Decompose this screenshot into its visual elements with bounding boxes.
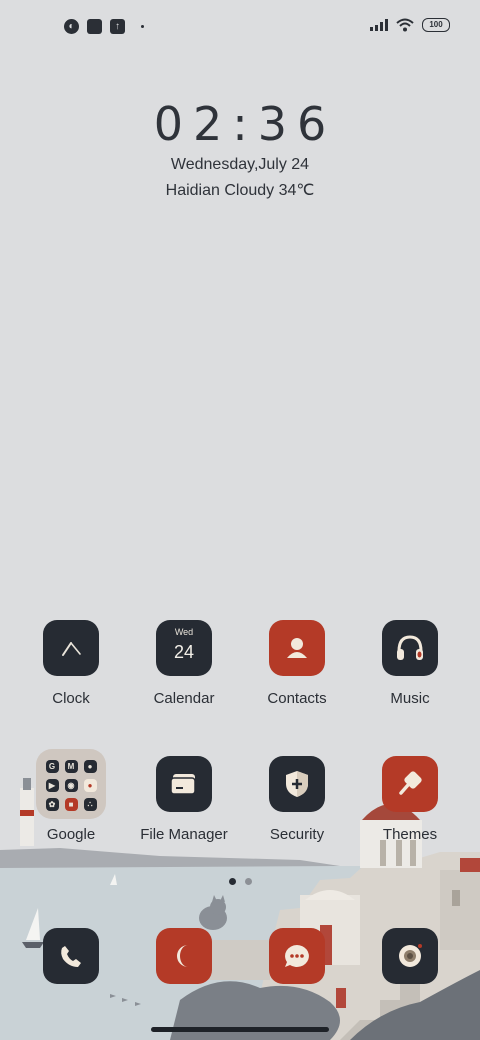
app-contacts[interactable]: Contacts <box>242 620 352 708</box>
app-file-manager[interactable]: File Manager <box>129 756 239 844</box>
calendar-icon-day: Wed <box>174 627 194 637</box>
app-security[interactable]: Security <box>242 756 352 844</box>
app-calendar[interactable]: Wed 24 Calendar <box>129 620 239 708</box>
clock-icon <box>43 620 99 676</box>
messages-icon <box>285 945 309 967</box>
themes-icon <box>382 756 438 812</box>
contacts-icon <box>269 620 325 676</box>
moon-browser-icon <box>177 945 188 967</box>
dock-phone[interactable] <box>43 928 99 984</box>
folder-youtube-icon: ▶ <box>45 779 59 792</box>
file-manager-icon <box>156 756 212 812</box>
widget-date: Wednesday,July 24 <box>170 156 310 173</box>
phone-icon <box>61 946 81 967</box>
more-notifications-dot <box>141 25 144 28</box>
dock-camera[interactable] <box>382 928 438 984</box>
page-dot-2[interactable] <box>244 878 252 885</box>
folder-chrome-icon: ● <box>83 779 97 792</box>
calendar-icon: Wed 24 <box>156 620 212 676</box>
notification-app-icon: ◐ <box>64 19 79 34</box>
dock-messages[interactable] <box>269 928 325 984</box>
wifi-icon <box>396 18 414 32</box>
app-label-google: Google <box>46 826 96 843</box>
dock-browser[interactable] <box>156 928 212 984</box>
status-system-icons: 100 <box>370 18 450 32</box>
notification-square-icon <box>87 19 102 34</box>
app-music[interactable]: Music <box>355 620 465 708</box>
home-indicator[interactable] <box>151 1027 329 1032</box>
app-label-music: Music <box>390 690 430 707</box>
page-dot-1[interactable] <box>228 878 236 885</box>
app-label-contacts: Contacts <box>267 690 327 707</box>
google-folder-icon: G M ● ▶ ◉ ● ✿ ■ ∴ <box>36 749 106 819</box>
app-label-file-manager: File Manager <box>140 826 228 843</box>
home-screen: ◐ ↑ 100 02:36 Wednesday,July 24 Haidian … <box>0 0 480 1040</box>
app-google-folder[interactable]: G M ● ▶ ◉ ● ✿ ■ ∴ Google <box>16 749 126 844</box>
page-indicator <box>0 878 480 885</box>
app-label-calendar: Calendar <box>153 690 215 707</box>
widget-weather: Haidian Cloudy 34℃ <box>165 182 315 199</box>
app-label-security: Security <box>269 826 325 843</box>
music-icon <box>382 620 438 676</box>
calendar-icon-date: 24 <box>173 642 195 662</box>
signal-icon <box>370 19 388 31</box>
app-label-clock: Clock <box>52 690 90 707</box>
status-notifications: ◐ ↑ <box>64 19 144 34</box>
folder-photos-icon: ✿ <box>45 798 59 811</box>
folder-assistant-icon: ∴ <box>83 798 97 811</box>
folder-meet-icon: ■ <box>64 798 78 811</box>
battery-indicator: 100 <box>422 18 450 32</box>
app-themes[interactable]: Themes <box>355 756 465 844</box>
camera-icon <box>399 944 422 967</box>
folder-maps-icon: ● <box>83 760 97 773</box>
folder-google-icon: G <box>45 760 59 773</box>
status-bar: ◐ ↑ 100 <box>0 0 480 56</box>
folder-play-icon: ◉ <box>64 779 78 792</box>
notification-upload-icon: ↑ <box>110 19 125 34</box>
widget-time: 02:36 <box>153 97 337 151</box>
security-icon <box>269 756 325 812</box>
folder-gmail-icon: M <box>64 760 78 773</box>
app-label-themes: Themes <box>382 826 438 843</box>
app-clock[interactable]: Clock <box>16 620 126 708</box>
clock-widget[interactable]: 02:36 Wednesday,July 24 Haidian Cloudy 3… <box>0 96 480 202</box>
